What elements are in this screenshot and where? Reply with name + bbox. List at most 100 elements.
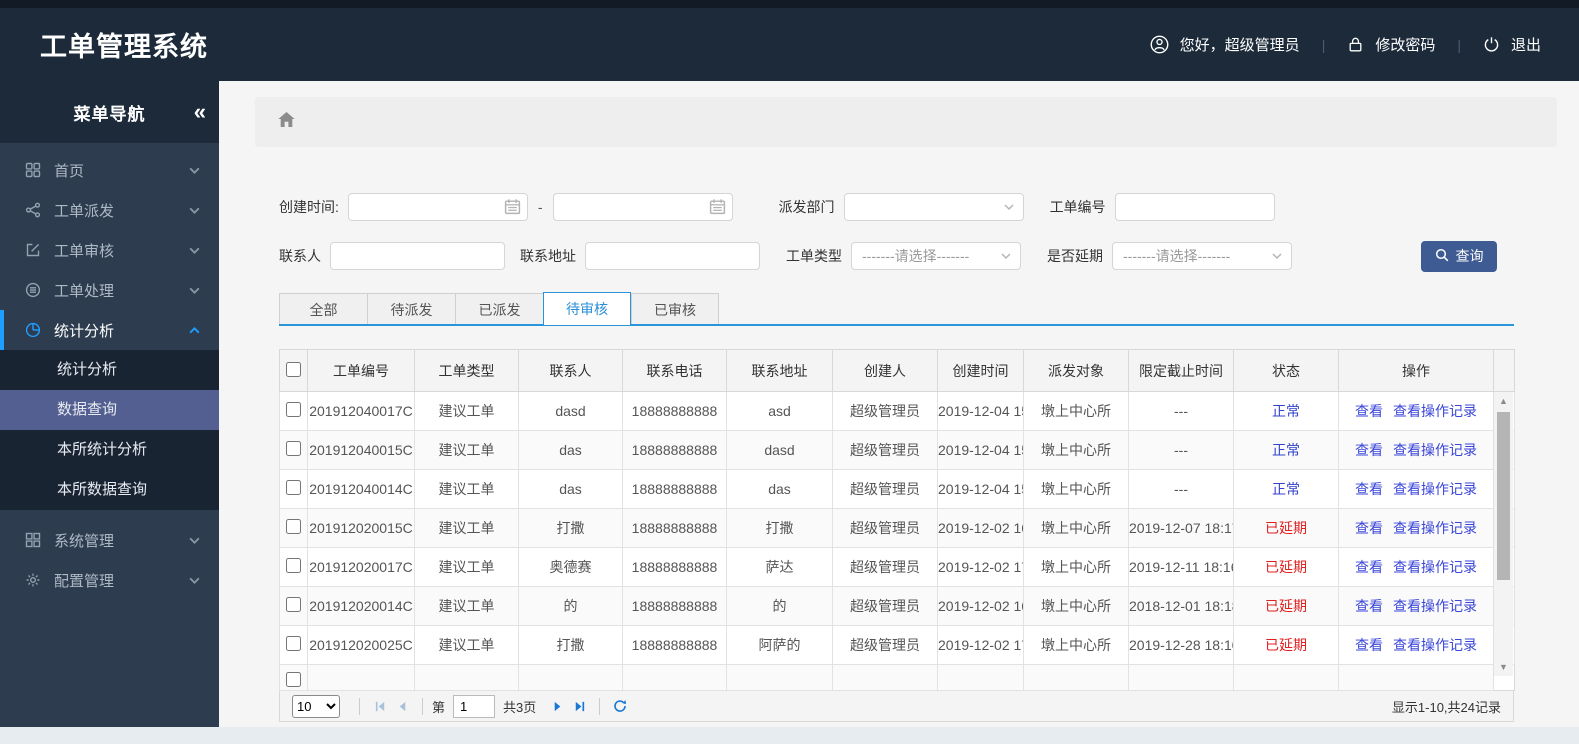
address-input[interactable] [585, 242, 760, 270]
action-link[interactable]: 查看 [1355, 403, 1383, 419]
order-no-input[interactable] [1114, 193, 1275, 221]
row-checkbox[interactable] [286, 558, 301, 573]
sidebar-item[interactable]: 系统管理 [0, 520, 219, 560]
action-link[interactable]: 查看操作记录 [1393, 559, 1477, 575]
refresh-button[interactable] [609, 695, 631, 717]
date-end-input[interactable] [552, 193, 733, 221]
order-type-label: 工单类型 [786, 248, 842, 264]
sidebar-item[interactable]: 配置管理 [0, 560, 219, 600]
sidebar-subitem[interactable]: 统计分析 [0, 350, 219, 390]
row-checkbox[interactable] [286, 480, 301, 495]
cell-phone: 18888888888 [622, 430, 727, 470]
action-link[interactable]: 查看操作记录 [1393, 637, 1477, 653]
sidebar-item[interactable]: 统计分析 [0, 310, 219, 350]
sidebar-header: 菜单导航 « [0, 81, 219, 143]
cell-address: asd [726, 391, 833, 431]
sidebar-collapse-button[interactable]: « [194, 101, 206, 123]
tab-全部[interactable]: 全部 [279, 293, 367, 326]
next-page-button[interactable] [546, 695, 568, 717]
cell-actions: 查看 查看操作记录 [1338, 508, 1494, 548]
scrollbar-thumb[interactable] [1497, 412, 1510, 580]
sidebar-item-label: 工单审核 [54, 242, 115, 260]
action-link[interactable]: 查看 [1355, 442, 1383, 458]
change-password-button[interactable]: 修改密码 [1347, 34, 1435, 55]
cell-phone: 18888888888 [622, 625, 727, 665]
first-page-button[interactable] [369, 695, 391, 717]
status-badge: 正常 [1233, 469, 1339, 509]
row-checkbox[interactable] [286, 597, 301, 612]
cell-phone: 18888888888 [622, 586, 727, 626]
cell-type: 建议工单 [414, 469, 519, 509]
sidebar-item[interactable]: 工单处理 [0, 270, 219, 310]
scroll-down-icon[interactable]: ▼ [1494, 662, 1513, 672]
action-link[interactable]: 查看操作记录 [1393, 520, 1477, 536]
cell-contact: 打撒 [518, 625, 623, 665]
app-window: 工单管理系统 您好，超级管理员 | 修改密码 | 退出 菜单导航 « 首页 工单… [0, 0, 1579, 744]
tab-已派发[interactable]: 已派发 [455, 293, 543, 326]
row-checkbox[interactable] [286, 672, 301, 687]
scroll-up-icon[interactable]: ▲ [1494, 396, 1513, 406]
cell-target: 墩上中心所 [1023, 625, 1129, 665]
prev-page-button[interactable] [391, 695, 413, 717]
cell-phone: 18888888888 [622, 391, 727, 431]
date-end-field [552, 193, 733, 221]
action-link[interactable]: 查看 [1355, 559, 1383, 575]
sidebar-subitem[interactable]: 本所统计分析 [0, 430, 219, 470]
select-all-checkbox[interactable] [286, 361, 301, 377]
action-link[interactable]: 查看操作记录 [1393, 442, 1477, 458]
tab-已审核[interactable]: 已审核 [631, 293, 719, 326]
column-header: 操作 [1338, 349, 1494, 392]
home-icon[interactable] [277, 111, 296, 133]
table-row: 201912040014C 建议工单 das 18888888888 das 超级管理员 2… [279, 469, 1515, 509]
cell-contact: das [518, 430, 623, 470]
cell-created: 2019-12-02 17 [937, 547, 1024, 587]
sidebar-item[interactable]: 首页 [0, 150, 219, 190]
cell-contact: 打撒 [518, 508, 623, 548]
dispatch-dept-select[interactable] [843, 193, 1024, 221]
cell-creator: 超级管理员 [832, 586, 938, 626]
lock-icon [1347, 36, 1364, 53]
row-checkbox[interactable] [286, 441, 301, 456]
tab-待审核[interactable]: 待审核 [543, 292, 631, 326]
cell-creator: 超级管理员 [832, 508, 938, 548]
status-badge: 正常 [1233, 391, 1339, 431]
contact-input[interactable] [330, 242, 505, 270]
row-checkbox[interactable] [286, 402, 301, 417]
column-header: 联系电话 [622, 349, 727, 392]
user-menu[interactable]: 您好，超级管理员 [1150, 34, 1300, 55]
row-checkbox[interactable] [286, 636, 301, 651]
sidebar-subitem[interactable]: 本所数据查询 [0, 470, 219, 510]
orders-table-wrap: 工单编号 工单类型 联系人 联系电话 联系地址 创建人 创建时间 派发对象 限定截止时间 状态 操作… [279, 349, 1515, 691]
cell-creator: 超级管理员 [832, 391, 938, 431]
delay-select[interactable]: -------请选择------- [1112, 242, 1292, 270]
action-link[interactable]: 查看 [1355, 598, 1383, 614]
sidebar-item[interactable]: 工单审核 [0, 230, 219, 270]
cell-type: 建议工单 [414, 508, 519, 548]
action-link[interactable]: 查看 [1355, 520, 1383, 536]
cell-creator: 超级管理员 [832, 625, 938, 665]
row-checkbox[interactable] [286, 519, 301, 534]
tab-待派发[interactable]: 待派发 [367, 293, 455, 326]
order-type-select[interactable]: -------请选择------- [851, 242, 1021, 270]
cell-created: 2019-12-02 16 [937, 508, 1024, 548]
cell-target: 墩上中心所 [1023, 508, 1129, 548]
search-button[interactable]: 查询 [1421, 240, 1497, 272]
action-link[interactable]: 查看操作记录 [1393, 481, 1477, 497]
date-start-input[interactable] [347, 193, 528, 221]
page-size-select[interactable]: 10 [292, 694, 340, 718]
action-link[interactable]: 查看操作记录 [1393, 598, 1477, 614]
table-scrollbar[interactable]: ▲ ▼ [1493, 392, 1513, 676]
sidebar-subitem[interactable]: 数据查询 [0, 390, 219, 430]
last-page-button[interactable] [568, 695, 590, 717]
action-link[interactable]: 查看操作记录 [1393, 403, 1477, 419]
page-number-input[interactable] [453, 694, 496, 718]
action-link[interactable]: 查看 [1355, 481, 1383, 497]
sidebar-item[interactable]: 工单派发 [0, 190, 219, 230]
chevron-down-icon [188, 574, 201, 587]
action-link[interactable]: 查看 [1355, 637, 1383, 653]
logout-label: 退出 [1510, 37, 1541, 54]
cell-target: 墩上中心所 [1023, 547, 1129, 587]
logout-button[interactable]: 退出 [1483, 34, 1541, 55]
sidebar-submenu: 统计分析 数据查询 本所统计分析 本所数据查询 [0, 350, 219, 510]
sidebar-item-label: 工单派发 [54, 202, 115, 220]
